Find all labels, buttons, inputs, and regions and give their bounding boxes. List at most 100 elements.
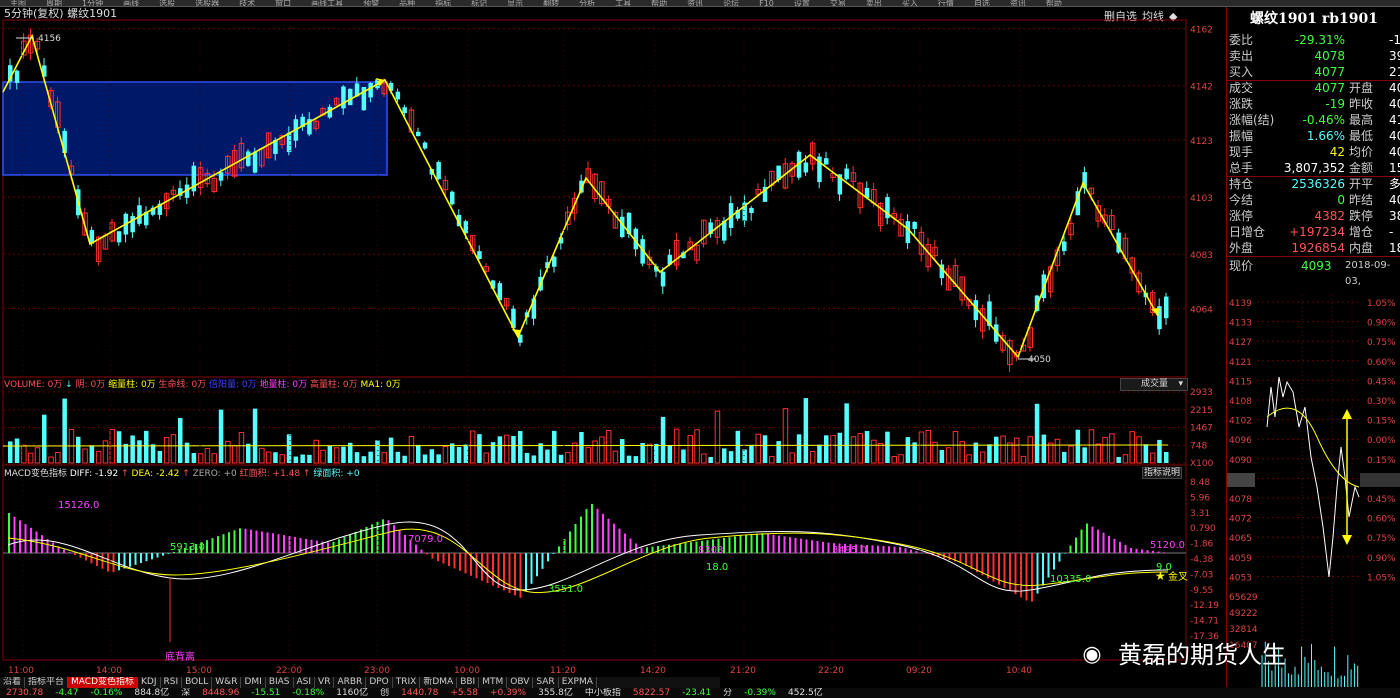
macd-histogram-bar [651, 546, 654, 553]
tab-14[interactable]: 新DMA [420, 677, 458, 688]
volume-bar [1027, 436, 1033, 464]
quote-row: 卖出 4078 39 [1227, 48, 1400, 64]
macd-histogram-bar [745, 535, 747, 553]
macd-histogram-bar [277, 534, 280, 553]
tab-0[interactable]: 沿着 [0, 677, 26, 688]
mini-price-label: 4139 [1229, 299, 1252, 309]
candle-body [130, 216, 135, 233]
volume-bar [477, 434, 482, 463]
candle-body [905, 221, 911, 244]
volume-bar [361, 456, 367, 463]
tab-4[interactable]: RSI [161, 677, 183, 688]
macd-histogram-bar [602, 513, 604, 553]
tab-5[interactable]: BOLL [182, 677, 213, 688]
volume-bar [830, 434, 836, 464]
mini-price-line [1266, 376, 1360, 578]
volume-bar [82, 448, 88, 464]
quote-value-2: 40 [1389, 193, 1400, 207]
status-item: -23.41 [682, 688, 712, 698]
quote-value-2: 1556 [1389, 161, 1400, 175]
macd-histogram-bar [1097, 529, 1099, 553]
tab-6[interactable]: W&R [212, 677, 242, 688]
price-tick-label: 4064 [1190, 305, 1213, 315]
tab-10[interactable]: VR [315, 677, 335, 688]
macd-histogram-bar [1031, 553, 1033, 602]
volume-bar [1122, 454, 1129, 464]
volume-bar [402, 455, 407, 463]
volume-bar [313, 439, 319, 464]
tab-18[interactable]: SAR [533, 677, 559, 688]
time-tick-label: 14:20 [640, 666, 666, 676]
macd-histogram-bar [822, 541, 824, 553]
quote-row: 涨幅(结) -0.46% 最高 41 [1227, 112, 1400, 128]
macd-histogram-bar [217, 536, 219, 553]
candle-body [1062, 241, 1067, 252]
tab-11[interactable]: ARBR [334, 677, 367, 688]
tab-17[interactable]: OBV [507, 677, 534, 688]
candle-body [422, 142, 428, 149]
volume-bar [837, 432, 843, 463]
candle-body [137, 205, 142, 224]
volume-bar [579, 431, 584, 463]
tab-3[interactable]: KDJ [138, 677, 161, 688]
volume-bar [654, 443, 659, 463]
macd-annotation: 8303 [698, 545, 723, 556]
macd-histogram-bar [1152, 550, 1154, 553]
macd-histogram-bar [569, 531, 571, 553]
status-item: 8448.96 [202, 688, 240, 698]
volume-indicator-dropdown[interactable]: 成交量 ▾ [1120, 378, 1188, 391]
quote-value-2: 多 [1389, 177, 1400, 191]
tab-1[interactable]: 指标平台 [25, 677, 69, 688]
macd-legend-item: ↑ [121, 469, 132, 479]
macd-histogram-bar [800, 538, 802, 553]
volume-bar [885, 431, 890, 463]
tab-7[interactable]: DMI [241, 677, 266, 688]
tab-8[interactable]: BIAS [266, 677, 294, 688]
volume-bar [966, 454, 972, 464]
macd-histogram-bar [68, 552, 71, 553]
volume-legend-item: ↓ [65, 380, 76, 390]
volume-bar [204, 448, 211, 464]
macd-legend: MACD变色指标 DIFF: -1.92 ↑ DEA: -2.42 ↑ ZERO… [4, 469, 360, 479]
candle-body [286, 132, 292, 153]
watermark: ◉ 黄磊的期货人生 [1072, 640, 1286, 670]
divider [1227, 176, 1400, 177]
quote-value: 1926854 [1291, 241, 1345, 255]
volume-bar [749, 444, 754, 463]
macd-histogram-bar [585, 509, 588, 553]
macd-histogram-bar [437, 553, 439, 562]
mini-pct-label: 0.30% [1367, 397, 1396, 407]
macd-histogram-bar [558, 546, 560, 553]
tab-9[interactable]: ASI [294, 677, 316, 688]
tab-2[interactable]: MACD变色指标 [68, 677, 139, 688]
macd-histogram-bar [129, 553, 131, 567]
macd-histogram-bar [464, 553, 467, 574]
volume-bar [1116, 456, 1121, 463]
tab-19[interactable]: EXPMA [559, 677, 597, 688]
indicator-tab-bar[interactable]: 沿着 指标平台 MACD变色指标 KDJ RSI BOLL W&R DMI BIAS ASI VR A… [0, 677, 720, 688]
tab-16[interactable]: MTM [479, 677, 508, 688]
volume-bar [545, 449, 550, 463]
macd-histogram-bar [679, 543, 681, 553]
volume-bar [197, 453, 204, 464]
volume-tick-label: 748 [1190, 441, 1207, 451]
macd-legend-item: ↑ [182, 469, 193, 479]
macd-histogram-bar [899, 546, 901, 553]
quote-value: 3,807,352 [1283, 161, 1345, 175]
macd-histogram-bar [222, 534, 225, 553]
volume-bar [538, 443, 543, 463]
tab-15[interactable]: BBI [457, 677, 480, 688]
quote-key: 涨跌 [1229, 97, 1254, 111]
candle-body [1164, 296, 1169, 319]
volume-bar [531, 455, 537, 463]
mini-vol-label: 49222 [1229, 609, 1258, 619]
indicator-help-button[interactable]: 指标说明 [1142, 467, 1182, 479]
volume-tick-label: 2215 [1190, 406, 1213, 416]
quote-value-2: - [1389, 225, 1394, 239]
candle-body [395, 91, 401, 100]
tab-13[interactable]: TRIX [393, 677, 421, 688]
volume-bar [116, 431, 122, 463]
tab-12[interactable]: DPO [366, 677, 393, 688]
volume-bar [1143, 444, 1149, 463]
volume-bar [585, 446, 591, 464]
